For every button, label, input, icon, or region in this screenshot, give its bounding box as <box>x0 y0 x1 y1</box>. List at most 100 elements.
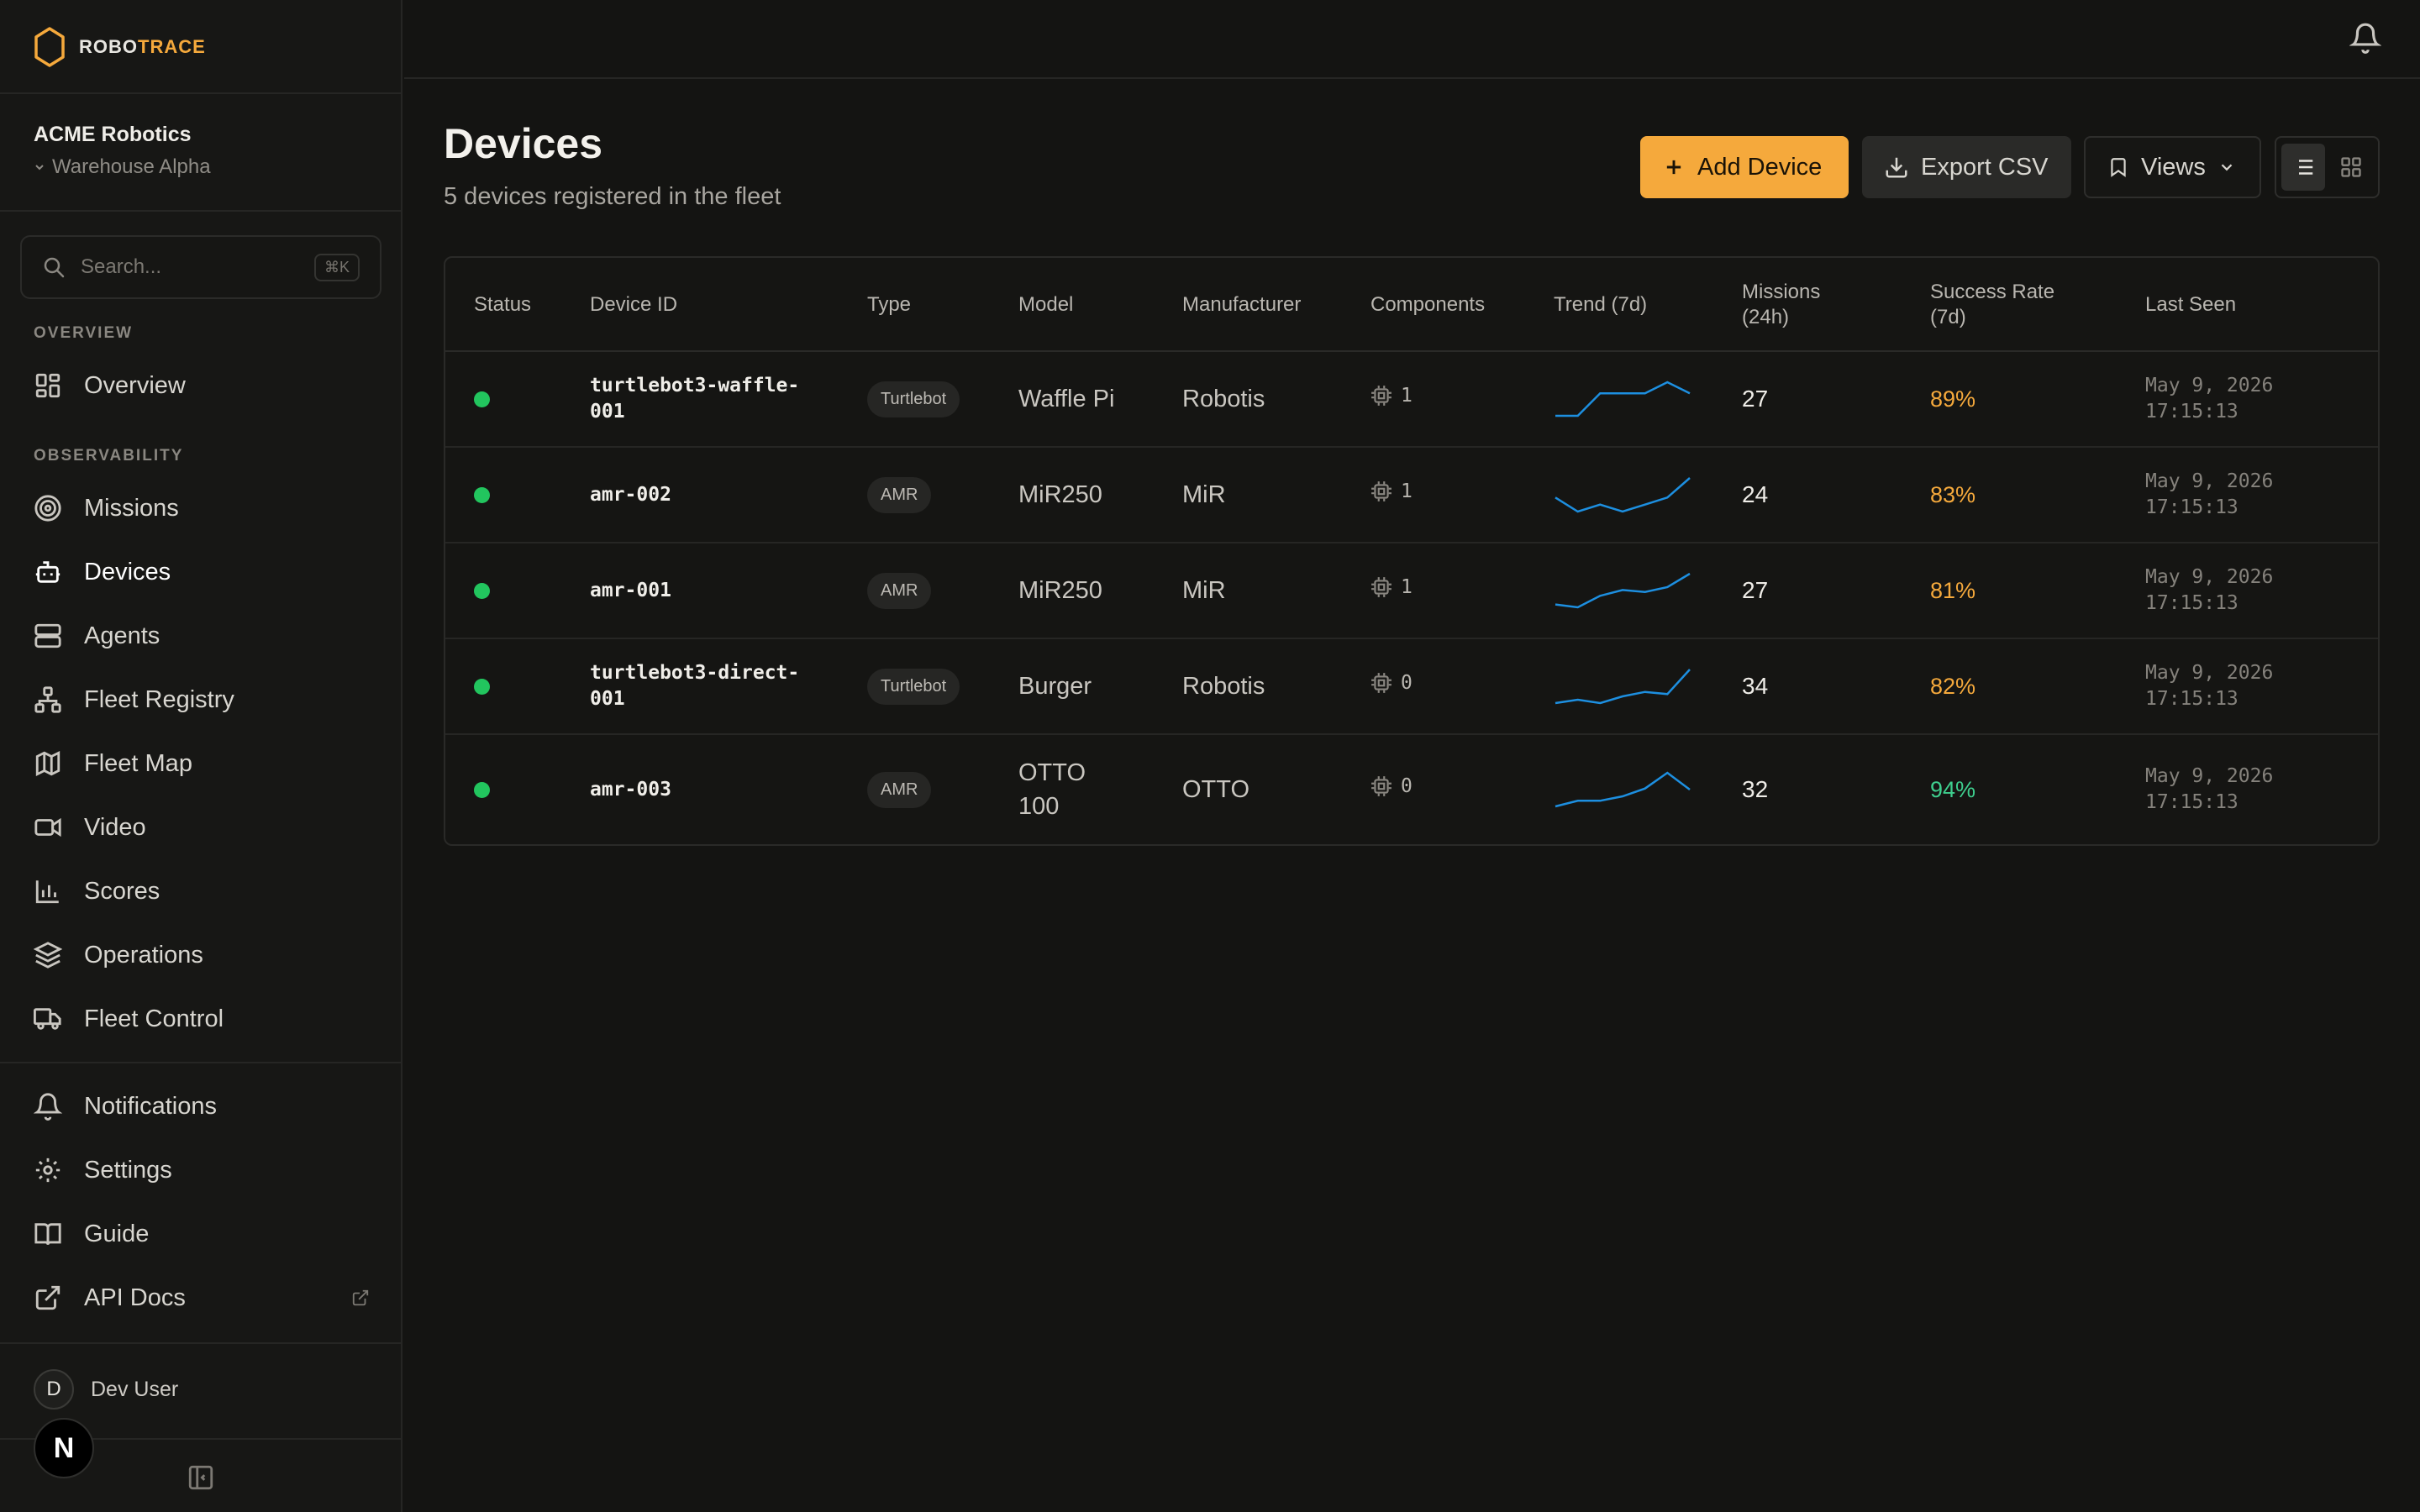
missions-count: 34 <box>1742 673 1769 699</box>
sidebar-item-overview[interactable]: Overview <box>34 365 370 407</box>
table-header: Status Device ID Type Model Manufacturer… <box>445 258 2378 352</box>
trend-cell <box>1554 352 1691 446</box>
column-header-type[interactable]: Type <box>867 258 911 352</box>
column-header-status[interactable]: Status <box>474 258 531 352</box>
section-label-observability: OBSERVABILITY <box>34 447 184 465</box>
trend-cell <box>1554 543 1691 638</box>
last-seen-value: May 9, 2026 17:15:13 <box>2145 470 2274 518</box>
bell-icon <box>34 1093 62 1121</box>
sidebar-item-label: Guide <box>84 1220 150 1247</box>
sidebar-item-fleet-control[interactable]: Fleet Control <box>34 998 370 1040</box>
collapse-sidebar-button[interactable] <box>187 1463 215 1496</box>
sidebar-item-scores[interactable]: Scores <box>34 870 370 912</box>
search-icon <box>44 257 65 278</box>
views-dropdown[interactable]: Views <box>2084 136 2261 198</box>
column-header-last-seen[interactable]: Last Seen <box>2145 258 2236 352</box>
logo[interactable]: ROBOTRACE <box>34 24 206 71</box>
sidebar-item-fleet-map[interactable]: Fleet Map <box>34 743 370 785</box>
add-device-button[interactable]: Add Device <box>1640 136 1849 198</box>
sidebar-item-fleet-registry[interactable]: Fleet Registry <box>34 679 370 721</box>
last-seen-cell: May 9, 2026 17:15:13 <box>2145 735 2273 844</box>
trend-cell <box>1554 735 1691 844</box>
device-id-link[interactable]: turtlebot3-waffle- 001 <box>590 373 799 425</box>
column-header-components[interactable]: Components <box>1370 258 1485 352</box>
map-icon <box>35 750 60 777</box>
column-header-device-id[interactable]: Device ID <box>590 258 677 352</box>
sidebar-item-label: Fleet Registry <box>84 685 234 713</box>
model-text: OTTO 100 <box>1018 759 1086 820</box>
org-switcher[interactable]: ACME Robotics Warehouse Alpha <box>34 123 211 179</box>
success-rate-cell: 81% <box>1930 543 1975 638</box>
column-header-missions[interactable]: Missions (24h) <box>1742 258 1820 352</box>
model-cell: OTTO 100 <box>1018 735 1086 844</box>
device-id-cell: amr-001 <box>590 543 671 638</box>
last-seen-value: May 9, 2026 17:15:13 <box>2145 375 2274 423</box>
column-header-manufacturer[interactable]: Manufacturer <box>1182 258 1301 352</box>
status-online-dot <box>474 582 490 599</box>
sidebar-item-settings[interactable]: Settings <box>34 1149 370 1191</box>
search-placeholder: Search... <box>81 255 162 278</box>
missions-cell: 27 <box>1742 543 1768 638</box>
sidebar-item-missions[interactable]: Missions <box>34 487 370 529</box>
missions-cell: 34 <box>1742 639 1768 733</box>
org-name: ACME Robotics <box>34 123 192 146</box>
cpu-icon <box>1371 673 1392 693</box>
components-cell: 1 <box>1370 448 1413 542</box>
device-id-link[interactable]: amr-002 <box>590 482 671 508</box>
sidebar-item-operations[interactable]: Operations <box>34 934 370 976</box>
type-cell: Turtlebot <box>867 639 960 733</box>
column-header-success-rate[interactable]: Success Rate (7d) <box>1930 258 2054 352</box>
grid-view-button[interactable] <box>2330 144 2374 191</box>
table-row[interactable]: amr-002 AMR MiR250 MiR 1 24 83% May 9, 2026 17:… <box>445 448 2378 543</box>
panel-left-icon <box>188 1465 213 1490</box>
book-icon <box>34 1223 61 1246</box>
layers-icon <box>34 942 62 969</box>
layout-dashboard-icon <box>35 373 60 398</box>
bar-chart-icon <box>35 880 59 904</box>
section-label-overview: OVERVIEW <box>34 324 134 342</box>
manufacturer-text: Robotis <box>1182 386 1265 412</box>
missions-cell: 32 <box>1742 735 1768 844</box>
truck-icon <box>34 1008 61 1030</box>
sidebar-item-guide[interactable]: Guide <box>34 1213 370 1255</box>
missions-count: 27 <box>1742 386 1769 412</box>
manufacturer-text: OTTO <box>1182 776 1250 803</box>
chevron-down-icon <box>35 165 44 171</box>
sidebar-item-devices[interactable]: Devices <box>34 551 370 593</box>
type-badge: AMR <box>867 771 932 808</box>
dev-tools-badge[interactable]: N <box>34 1418 94 1478</box>
list-view-button[interactable] <box>2281 144 2325 191</box>
success-rate-value: 83% <box>1930 481 1976 507</box>
type-badge: AMR <box>867 572 932 609</box>
divider <box>0 210 402 212</box>
device-id-link[interactable]: turtlebot3-direct- 001 <box>590 660 799 712</box>
device-id-link[interactable]: amr-003 <box>590 777 671 803</box>
sidebar-item-api-docs[interactable]: API Docs <box>34 1277 370 1319</box>
success-rate-cell: 83% <box>1930 448 1975 542</box>
site-selector[interactable]: Warehouse Alpha <box>34 155 211 179</box>
export-csv-button[interactable]: Export CSV <box>1862 136 2071 198</box>
table-row[interactable]: turtlebot3-direct- 001 Turtlebot Burger Rob… <box>445 639 2378 735</box>
manufacturer-text: Robotis <box>1182 673 1265 700</box>
trend-sparkline <box>1555 771 1691 808</box>
model-text: Burger <box>1018 673 1092 700</box>
sidebar-item-notifications[interactable]: Notifications <box>34 1085 370 1127</box>
sidebar-item-label: Scores <box>84 877 160 905</box>
user-menu[interactable]: D Dev User <box>34 1369 178 1410</box>
sidebar-item-agents[interactable]: Agents <box>34 615 370 657</box>
sidebar-item-video[interactable]: Video <box>34 806 370 848</box>
device-id-link[interactable]: amr-001 <box>590 578 671 604</box>
missions-count: 32 <box>1742 776 1769 802</box>
table-row[interactable]: turtlebot3-waffle- 001 Turtlebot Waffle Pi… <box>445 352 2378 448</box>
table-row[interactable]: amr-003 AMR OTTO 100 OTTO 0 32 94% May 9, 2026 … <box>445 735 2378 844</box>
column-header-trend[interactable]: Trend (7d) <box>1554 258 1647 352</box>
table-row[interactable]: amr-001 AMR MiR250 MiR 1 27 81% May 9, 2026 17:… <box>445 543 2378 639</box>
sidebar-item-label: Fleet Control <box>84 1005 224 1032</box>
column-header-model[interactable]: Model <box>1018 258 1073 352</box>
devices-table: Status Device ID Type Model Manufacturer… <box>444 256 2380 846</box>
search-input[interactable]: Search... ⌘K <box>20 235 381 299</box>
gear-icon <box>35 1158 60 1183</box>
components-cell: 0 <box>1370 639 1413 733</box>
model-cell: Burger <box>1018 639 1092 733</box>
notifications-button[interactable] <box>2349 22 2382 58</box>
